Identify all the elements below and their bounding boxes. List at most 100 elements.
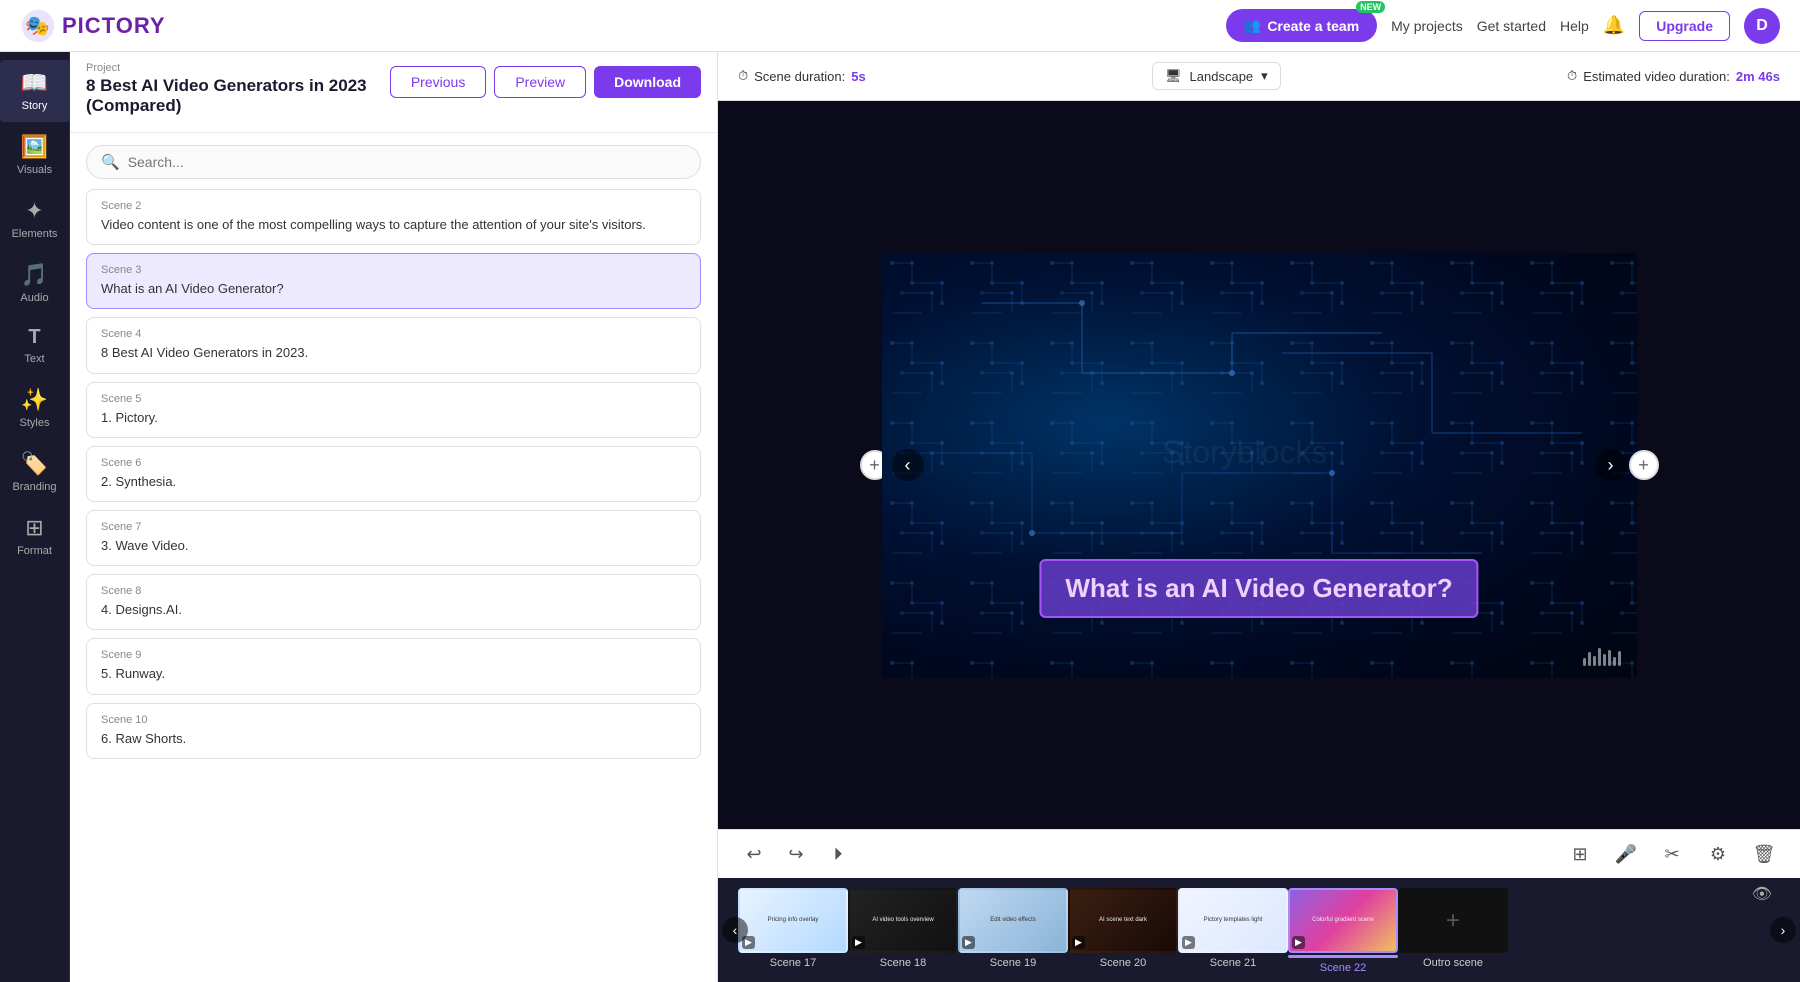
audio-icon: 🎵 <box>21 262 48 288</box>
thumb-scene-22: Colorful gradient scene ▶ <box>1288 888 1398 953</box>
settings-button[interactable]: ⚙ <box>1702 838 1734 870</box>
scene-label-21: Scene 21 <box>1210 957 1256 969</box>
user-avatar[interactable]: D <box>1744 8 1780 44</box>
download-button[interactable]: Download <box>594 66 701 98</box>
styles-icon: ✨ <box>21 387 48 413</box>
visuals-icon: 🖼️ <box>21 134 48 160</box>
filmstrip-scene-18[interactable]: AI video tools overview ▶ Scene 18 <box>848 888 958 969</box>
scene-label-outro: Outro scene <box>1423 957 1483 969</box>
search-bar: 🔍 <box>70 133 717 189</box>
scene-duration: ⏱ Scene duration: 5s <box>738 68 866 84</box>
sidebar-item-audio[interactable]: 🎵 Audio <box>0 252 70 314</box>
scene-card-8[interactable]: Scene 8 4. Designs.AI. <box>86 574 701 630</box>
sidebar-item-branding[interactable]: 🏷️ Branding <box>0 441 70 503</box>
filmstrip-prev-button[interactable]: ‹ <box>722 917 748 943</box>
scene-text: Video content is one of the most compell… <box>101 216 686 234</box>
thumb-icon-18: ▶ <box>852 936 865 949</box>
scene-card-7[interactable]: Scene 7 3. Wave Video. <box>86 510 701 566</box>
sidebar-item-elements[interactable]: ✦ Elements <box>0 188 70 250</box>
scissors-button[interactable]: ✂ <box>1656 838 1688 870</box>
upgrade-button[interactable]: Upgrade <box>1639 11 1730 41</box>
scene-label-17: Scene 17 <box>770 957 816 969</box>
branding-icon: 🏷️ <box>21 451 48 477</box>
main-content: ⏱ Scene duration: 5s 🖥 Landscape ▾ ⏱ Est… <box>718 52 1800 982</box>
wave-bar <box>1608 650 1611 666</box>
wave-bar <box>1583 658 1586 666</box>
logo-text: PICTORY <box>62 13 166 39</box>
scene-card-6[interactable]: Scene 6 2. Synthesia. <box>86 446 701 502</box>
add-scene-right-button[interactable]: + <box>1629 450 1659 480</box>
hide-filmstrip-icon[interactable]: 👁 <box>1752 884 1772 904</box>
scene-label: Scene 10 <box>101 714 686 726</box>
play-button[interactable]: ⏵ <box>822 838 854 870</box>
scene-card-4[interactable]: Scene 4 8 Best AI Video Generators in 20… <box>86 317 701 373</box>
create-team-button[interactable]: 👥 Create a team NEW <box>1226 9 1377 42</box>
sidebar-item-visuals[interactable]: 🖼️ Visuals <box>0 124 70 186</box>
filmstrip-outro-scene[interactable]: + Outro scene <box>1398 888 1508 969</box>
est-clock-icon: ⏱ <box>1567 68 1577 84</box>
video-preview-container: + <box>882 253 1637 678</box>
filmstrip-scene-17[interactable]: Pricing info overlay ▶ Scene 17 <box>738 888 848 969</box>
sidebar-item-text[interactable]: T Text <box>0 316 70 375</box>
scene-list: Scene 2 Video content is one of the most… <box>70 189 717 982</box>
thumb-icon-21: ▶ <box>1182 936 1195 949</box>
search-input[interactable] <box>128 154 686 170</box>
sidebar-item-story[interactable]: 📖 Story <box>0 60 70 122</box>
scene-text: 6. Raw Shorts. <box>101 730 686 748</box>
story-icon: 📖 <box>21 70 48 96</box>
top-navigation: 🎭 PICTORY 👥 Create a team NEW My project… <box>0 0 1800 52</box>
new-badge: NEW <box>1356 1 1385 13</box>
est-duration-value: 2m 46s <box>1736 69 1780 84</box>
scene-label-18: Scene 18 <box>880 957 926 969</box>
thumb-icon-19: ▶ <box>962 936 975 949</box>
scene-text: 3. Wave Video. <box>101 537 686 555</box>
nav-right: 👥 Create a team NEW My projects Get star… <box>1226 8 1780 44</box>
scene-card-10[interactable]: Scene 10 6. Raw Shorts. <box>86 703 701 759</box>
filmstrip-scene-19[interactable]: Edit video effects ▶ Scene 19 <box>958 888 1068 969</box>
scene-text: 8 Best AI Video Generators in 2023. <box>101 344 686 362</box>
video-preview-area: + <box>718 101 1800 829</box>
help-link[interactable]: Help <box>1560 18 1589 34</box>
next-scene-button[interactable]: › <box>1595 449 1627 481</box>
filmstrip-scene-21[interactable]: Pictory templates light ▶ Scene 21 <box>1178 888 1288 969</box>
scene-card-9[interactable]: Scene 9 5. Runway. <box>86 638 701 694</box>
previous-button[interactable]: Previous <box>390 66 486 98</box>
scene-label: Scene 9 <box>101 649 686 661</box>
icon-sidebar: 📖 Story 🖼️ Visuals ✦ Elements 🎵 Audio T … <box>0 52 70 982</box>
scene-progress-bar <box>1288 955 1398 958</box>
scene-bg-button[interactable]: ⊞ <box>1564 838 1596 870</box>
video-caption: What is an AI Video Generator? <box>1039 559 1478 618</box>
scene-label-22: Scene 22 <box>1320 962 1366 974</box>
scene-card-2[interactable]: Scene 2 Video content is one of the most… <box>86 189 701 245</box>
delete-button[interactable]: 🗑 <box>1748 838 1780 870</box>
filmstrip-scene-20[interactable]: AI scene text dark ▶ Scene 20 <box>1068 888 1178 969</box>
thumb-scene-18: AI video tools overview ▶ <box>848 888 958 953</box>
sidebar-item-styles[interactable]: ✨ Styles <box>0 377 70 439</box>
filmstrip-scroll[interactable]: Pricing info overlay ▶ Scene 17 AI video… <box>718 888 1800 974</box>
scene-text: 5. Runway. <box>101 665 686 683</box>
undo-button[interactable]: ↩ <box>738 838 770 870</box>
filmstrip-scene-22[interactable]: Colorful gradient scene ▶ Scene 22 <box>1288 888 1398 974</box>
search-input-wrap: 🔍 <box>86 145 701 179</box>
get-started-link[interactable]: Get started <box>1477 18 1546 34</box>
notification-bell-icon[interactable]: 🔔 <box>1603 15 1625 36</box>
scene-card-5[interactable]: Scene 5 1. Pictory. <box>86 382 701 438</box>
preview-toolbar: ⏱ Scene duration: 5s 🖥 Landscape ▾ ⏱ Est… <box>718 52 1800 101</box>
sidebar-item-format[interactable]: ⊞ Format <box>0 505 70 567</box>
filmstrip-next-button[interactable]: › <box>1770 917 1796 943</box>
chevron-down-icon: ▾ <box>1261 68 1268 84</box>
microphone-button[interactable]: 🎤 <box>1610 838 1642 870</box>
svg-text:🎭: 🎭 <box>25 15 50 37</box>
scene-label: Scene 7 <box>101 521 686 533</box>
scene-text: 2. Synthesia. <box>101 473 686 491</box>
scene-card-3[interactable]: Scene 3 What is an AI Video Generator? <box>86 253 701 309</box>
scene-label: Scene 6 <box>101 457 686 469</box>
logo[interactable]: 🎭 PICTORY <box>20 8 166 44</box>
prev-scene-button[interactable]: ‹ <box>892 449 924 481</box>
preview-button[interactable]: Preview <box>494 66 586 98</box>
orientation-selector[interactable]: 🖥 Landscape ▾ <box>1152 62 1281 90</box>
my-projects-link[interactable]: My projects <box>1391 18 1463 34</box>
logo-icon: 🎭 <box>20 8 56 44</box>
redo-button[interactable]: ↪ <box>780 838 812 870</box>
elements-icon: ✦ <box>25 198 43 224</box>
